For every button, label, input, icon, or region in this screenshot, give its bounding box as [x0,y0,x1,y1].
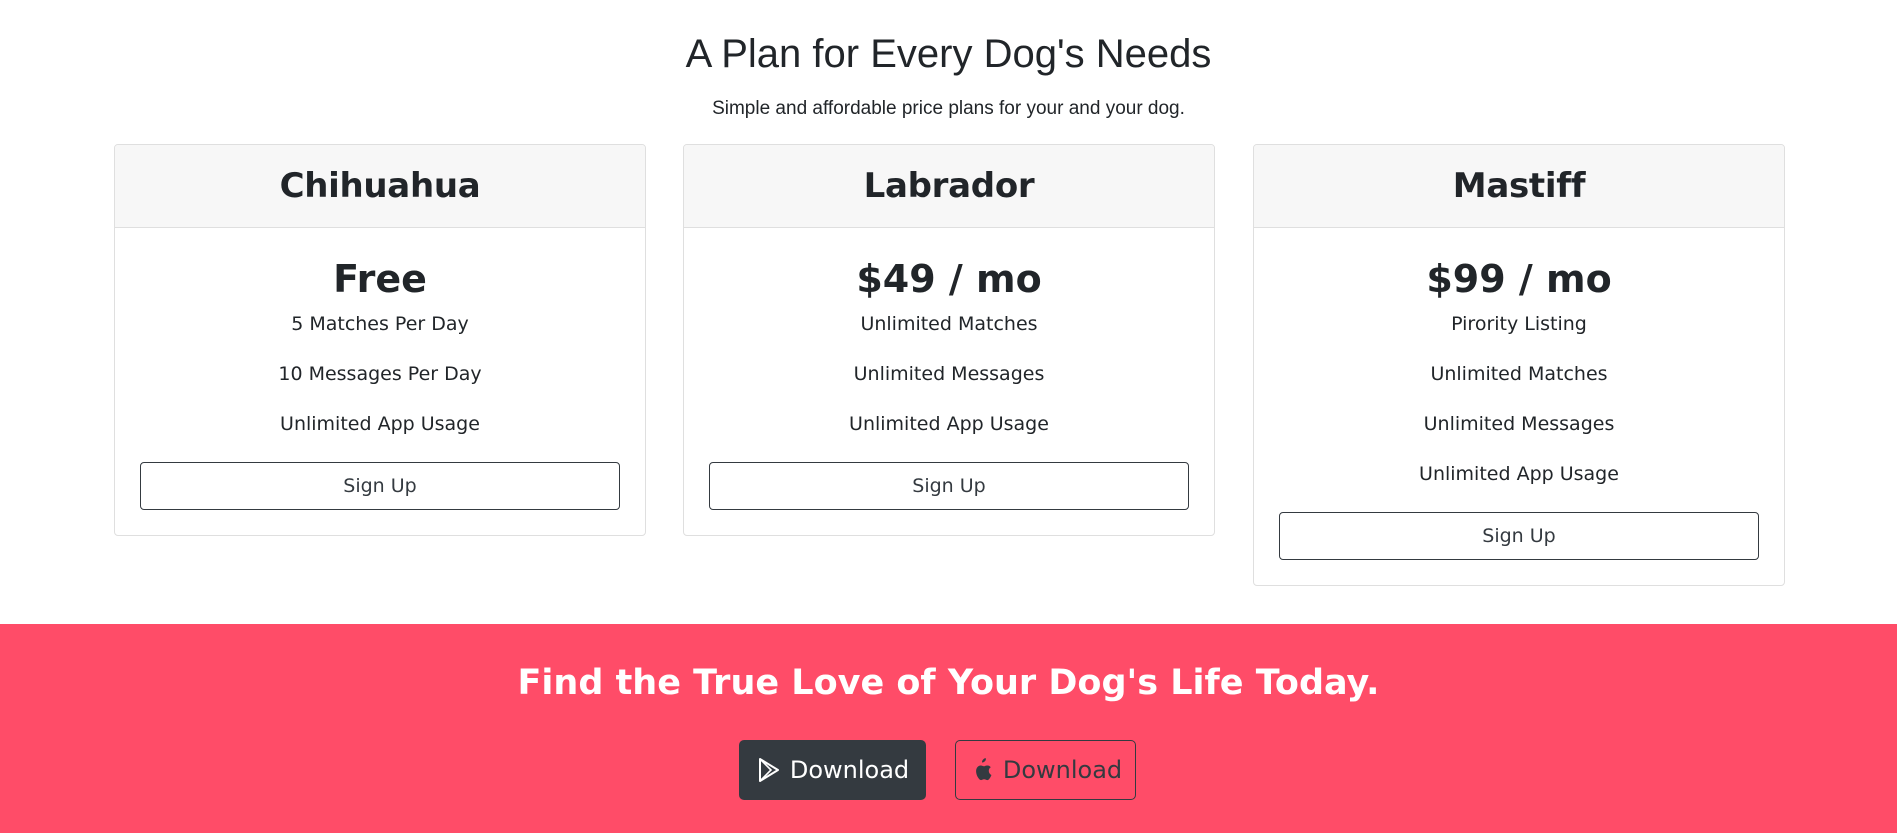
card-header: Chihuahua [115,145,645,228]
sign-up-button-labrador[interactable]: Sign Up [709,462,1189,510]
card-header: Mastiff [1254,145,1784,228]
feature-item: 5 Matches Per Day [291,313,469,335]
card-header: Labrador [684,145,1214,228]
download-label: Download [1002,756,1123,784]
feature-item: 10 Messages Per Day [278,363,482,385]
card-body: $99 / mo Pirority Listing Unlimited Matc… [1254,256,1784,560]
card-body: $49 / mo Unlimited Matches Unlimited Mes… [684,256,1214,510]
card-body: Free 5 Matches Per Day 10 Messages Per D… [115,256,645,510]
plan-price: Free [333,257,427,301]
cta-title: Find the True Love of Your Dog's Life To… [517,663,1380,703]
feature-item: Unlimited App Usage [280,413,480,435]
pricing-subtitle: Simple and affordable price plans for yo… [712,98,1185,119]
feature-item: Unlimited App Usage [1419,463,1619,485]
feature-list: 5 Matches Per Day 10 Messages Per Day Un… [140,308,620,458]
feature-item: Unlimited Messages [853,363,1045,385]
feature-item: Unlimited App Usage [849,413,1049,435]
feature-list: Unlimited Matches Unlimited Messages Unl… [709,308,1189,458]
feature-item: Unlimited Matches [860,313,1038,335]
feature-item: Pirority Listing [1451,313,1587,335]
pricing-card-mastiff: Mastiff $99 / mo Pirority Listing Unlimi… [1253,144,1785,586]
feature-item: Unlimited Matches [1430,363,1608,385]
plan-price: $49 / mo [856,257,1042,301]
pricing-card-chihuahua: Chihuahua Free 5 Matches Per Day 10 Mess… [114,144,646,536]
pricing-title: A Plan for Every Dog's Needs [685,32,1212,76]
plan-name: Chihuahua [279,166,481,206]
feature-list: Pirority Listing Unlimited Matches Unlim… [1279,308,1759,508]
feature-item: Unlimited Messages [1423,413,1615,435]
sign-up-button-chihuahua[interactable]: Sign Up [140,462,620,510]
apple-icon [969,757,995,783]
plan-name: Mastiff [1452,166,1586,206]
pricing-section: A Plan for Every Dog's Needs Simple and … [0,0,1897,624]
sign-up-button-mastiff[interactable]: Sign Up [1279,512,1759,560]
plan-name: Labrador [863,166,1035,206]
cta-section: Find the True Love of Your Dog's Life To… [0,624,1897,833]
pricing-card-labrador: Labrador $49 / mo Unlimited Matches Unli… [683,144,1215,536]
google-play-download-button[interactable]: Download [739,740,926,800]
google-play-icon [756,757,782,783]
download-label: Download [789,756,910,784]
app-store-download-button[interactable]: Download [955,740,1136,800]
plan-price: $99 / mo [1426,257,1612,301]
